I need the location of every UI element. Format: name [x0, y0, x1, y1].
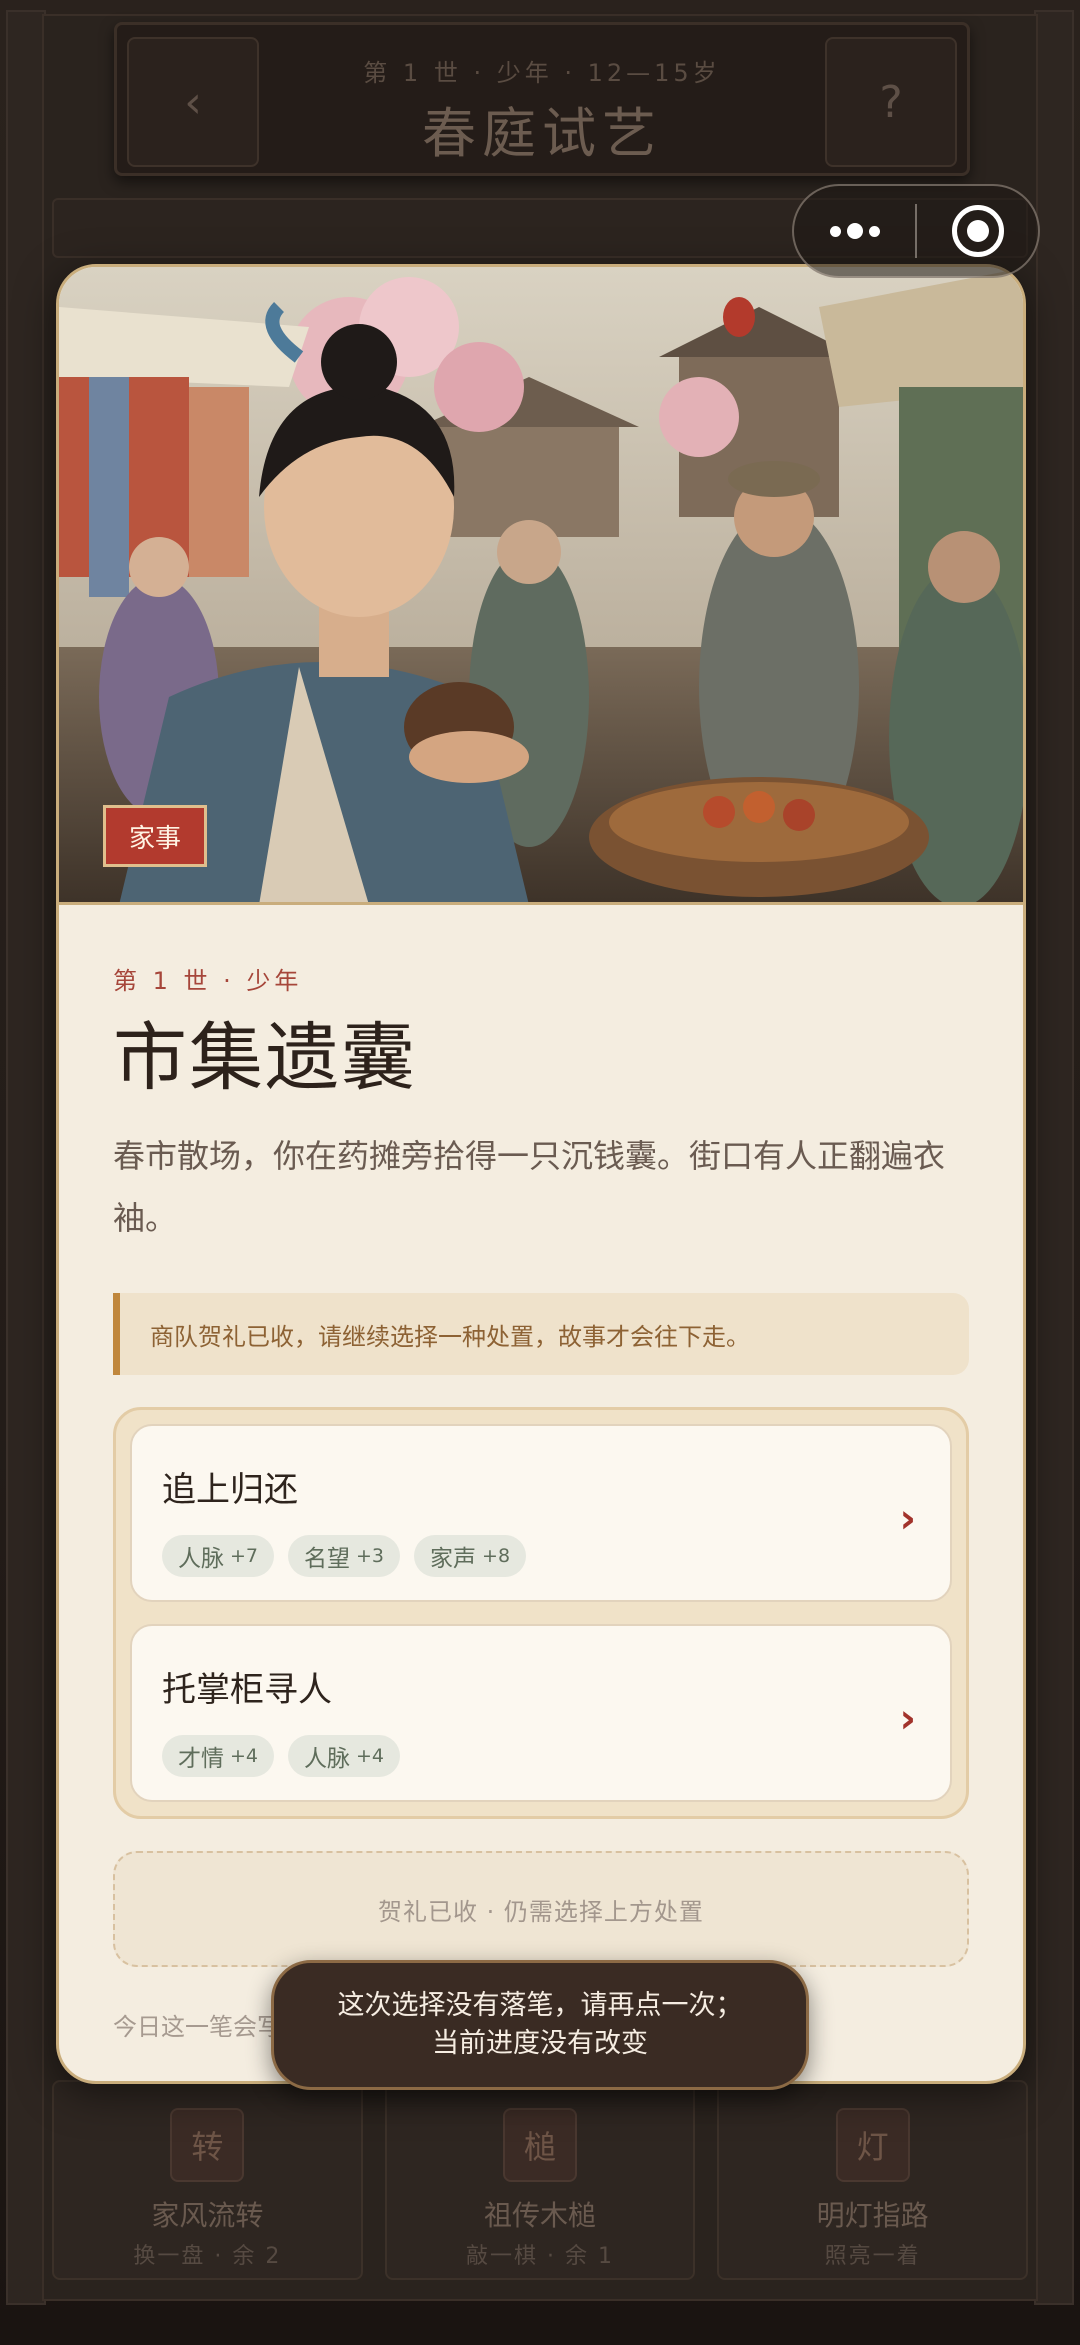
item-desc: 敲一棋 · 余 1	[466, 2244, 614, 2269]
exit-button[interactable]	[917, 186, 1038, 276]
frame-rail-right	[1034, 10, 1074, 2305]
toast-message: 这次选择没有落笔，请再点一次； 当前进度没有改变	[271, 1960, 809, 2090]
target-circle-icon	[951, 205, 1004, 257]
more-dots-icon	[829, 223, 880, 239]
stat-effect-pill: 才情 +4	[162, 1735, 275, 1778]
item-card-wooden-mallet[interactable]: 槌 祖传木槌 敲一棋 · 余 1	[384, 2080, 696, 2280]
stat-value: +4	[356, 1745, 385, 1768]
chevron-right-icon: ›	[899, 1496, 916, 1543]
stat-name: 人脉	[304, 1746, 351, 1773]
stat-effect-pill: 人脉 +4	[288, 1735, 401, 1778]
toast-line-1: 这次选择没有落笔，请再点一次；	[337, 1990, 743, 2021]
stat-value: +8	[482, 1545, 511, 1568]
event-category-tag: 家事	[103, 805, 207, 867]
event-illustration: 家事	[59, 267, 1023, 905]
event-card: 家事 第 1 世 · 少年 市集遗囊 春市散场，你在药摊旁拾得一只沉钱囊。街口有…	[56, 264, 1026, 2084]
item-name: 祖传木槌	[484, 2199, 597, 2232]
event-life-stage: 第 1 世 · 少年	[113, 967, 303, 995]
item-bar: 转 家风流转 换一盘 · 余 2 槌 祖传木槌 敲一棋 · 余 1 灯 明灯指路…	[52, 2080, 1029, 2280]
item-icon: 转	[170, 2108, 245, 2182]
choice-ask-shopkeeper[interactable]: 托掌柜寻人 才情 +4 人脉 +4 ›	[130, 1624, 952, 1803]
choice-return-pouch[interactable]: 追上归还 人脉 +7 名望 +3 家声 +8 ›	[130, 1424, 952, 1603]
gift-collected-button[interactable]: 贺礼已收 · 仍需选择上方处置	[113, 1851, 969, 1968]
help-button[interactable]: ?	[825, 37, 957, 167]
frame-rail-left	[6, 10, 46, 2305]
miniprogram-capsule	[792, 184, 1040, 278]
choice-label: 追上归还	[162, 1470, 298, 1511]
stat-effect-pill: 人脉 +7	[162, 1535, 275, 1578]
item-desc: 照亮一着	[824, 2244, 921, 2269]
item-card-family-rotate[interactable]: 转 家风流转 换一盘 · 余 2	[52, 2080, 363, 2280]
item-desc: 换一盘 · 余 2	[133, 2244, 282, 2269]
chevron-right-icon: ›	[899, 1696, 916, 1743]
item-icon: 槌	[503, 2108, 577, 2182]
stat-value: +7	[230, 1545, 259, 1568]
toast-line-2: 当前进度没有改变	[432, 2028, 648, 2059]
choice-list: 追上归还 人脉 +7 名望 +3 家声 +8 › 托掌柜寻人 才情 +4 人脉 …	[113, 1407, 969, 1820]
event-description: 春市散场，你在药摊旁拾得一只沉钱囊。街口有人正翻遍衣袖。	[113, 1137, 946, 1238]
item-name: 明灯指路	[816, 2199, 929, 2232]
stat-name: 家声	[430, 1546, 477, 1573]
item-name: 家风流转	[151, 2199, 264, 2232]
stat-value: +3	[356, 1545, 385, 1568]
stat-name: 人脉	[178, 1546, 224, 1573]
stage-header: ‹ 第 1 世 · 少年 · 12—15岁 春庭试艺 ?	[114, 22, 970, 176]
stat-effect-pill: 家声 +8	[414, 1535, 527, 1578]
stat-name: 名望	[304, 1546, 351, 1573]
stat-value: +4	[230, 1745, 259, 1768]
stat-effect-pill: 名望 +3	[288, 1535, 401, 1578]
question-icon: ?	[879, 76, 903, 128]
more-menu-button[interactable]	[794, 186, 915, 276]
stat-name: 才情	[178, 1746, 224, 1773]
gift-notice: 商队贺礼已收，请继续选择一种处置，故事才会往下走。	[113, 1293, 969, 1376]
event-title: 市集遗囊	[113, 1015, 417, 1101]
item-card-guiding-lamp[interactable]: 灯 明灯指路 照亮一着	[717, 2080, 1029, 2280]
item-icon: 灯	[835, 2108, 910, 2182]
choice-label: 托掌柜寻人	[162, 1670, 332, 1711]
